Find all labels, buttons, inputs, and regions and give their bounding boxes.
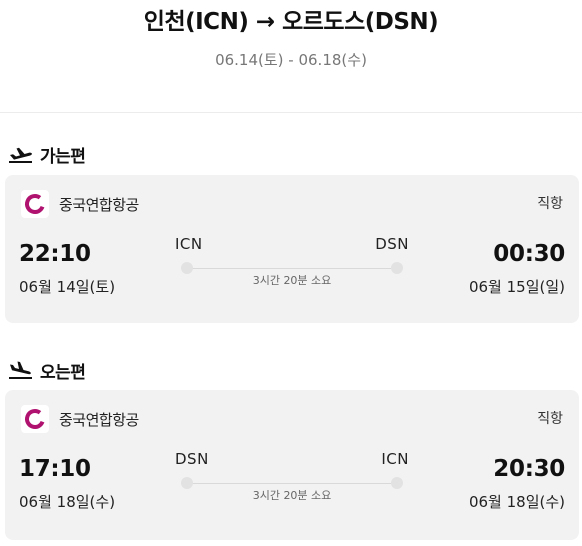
outbound-label: 가는편	[40, 146, 86, 167]
outbound-section-heading: 가는편	[8, 142, 86, 167]
route-line	[187, 268, 397, 269]
inbound-label: 오는편	[40, 362, 86, 383]
travel-dates: 06.14(토) - 06.18(수)	[215, 51, 367, 69]
itinerary-header: 인천(ICN) → 오르도스(DSN) 06.14(토) - 06.18(수)	[0, 0, 582, 113]
departure-airport-code: DSN	[175, 450, 209, 468]
airline-name: 중국연합항공	[59, 410, 139, 429]
flight-type-badge: 직항	[537, 411, 563, 427]
inbound-flight-card[interactable]: 중국연합항공 직항 17:10 06월 18일(수) DSN ICN 3시간 2…	[5, 390, 579, 540]
departure-time: 17:10	[19, 456, 91, 482]
airplane-takeoff-icon	[8, 144, 34, 164]
flight-duration: 3시간 20분 소요	[252, 489, 332, 502]
route-line	[187, 483, 397, 484]
airline-info: 중국연합항공	[21, 190, 139, 218]
departure-date: 06월 18일(수)	[19, 493, 116, 511]
arrival-date: 06월 15일(일)	[468, 278, 565, 296]
arrival-time: 20:30	[493, 456, 565, 482]
airline-name: 중국연합항공	[59, 195, 139, 214]
flight-type-badge: 직항	[537, 196, 563, 212]
arrival-date: 06월 18일(수)	[468, 493, 565, 511]
inbound-section-heading: 오는편	[8, 358, 86, 383]
outbound-flight-card[interactable]: 중국연합항공 직항 22:10 06월 14일(토) ICN DSN 3시간 2…	[5, 175, 579, 323]
arrival-time: 00:30	[493, 241, 565, 267]
departure-airport-code: ICN	[175, 235, 203, 253]
departure-time: 22:10	[19, 241, 91, 267]
airline-logo-icon	[21, 405, 49, 433]
airline-logo-icon	[21, 190, 49, 218]
airplane-landing-icon	[8, 360, 34, 380]
departure-date: 06월 14일(토)	[19, 278, 116, 296]
arrival-airport-code: DSN	[375, 235, 409, 253]
route-title: 인천(ICN) → 오르도스(DSN)	[143, 9, 439, 35]
arrival-airport-code: ICN	[381, 450, 409, 468]
airline-info: 중국연합항공	[21, 405, 139, 433]
flight-duration: 3시간 20분 소요	[252, 274, 332, 287]
